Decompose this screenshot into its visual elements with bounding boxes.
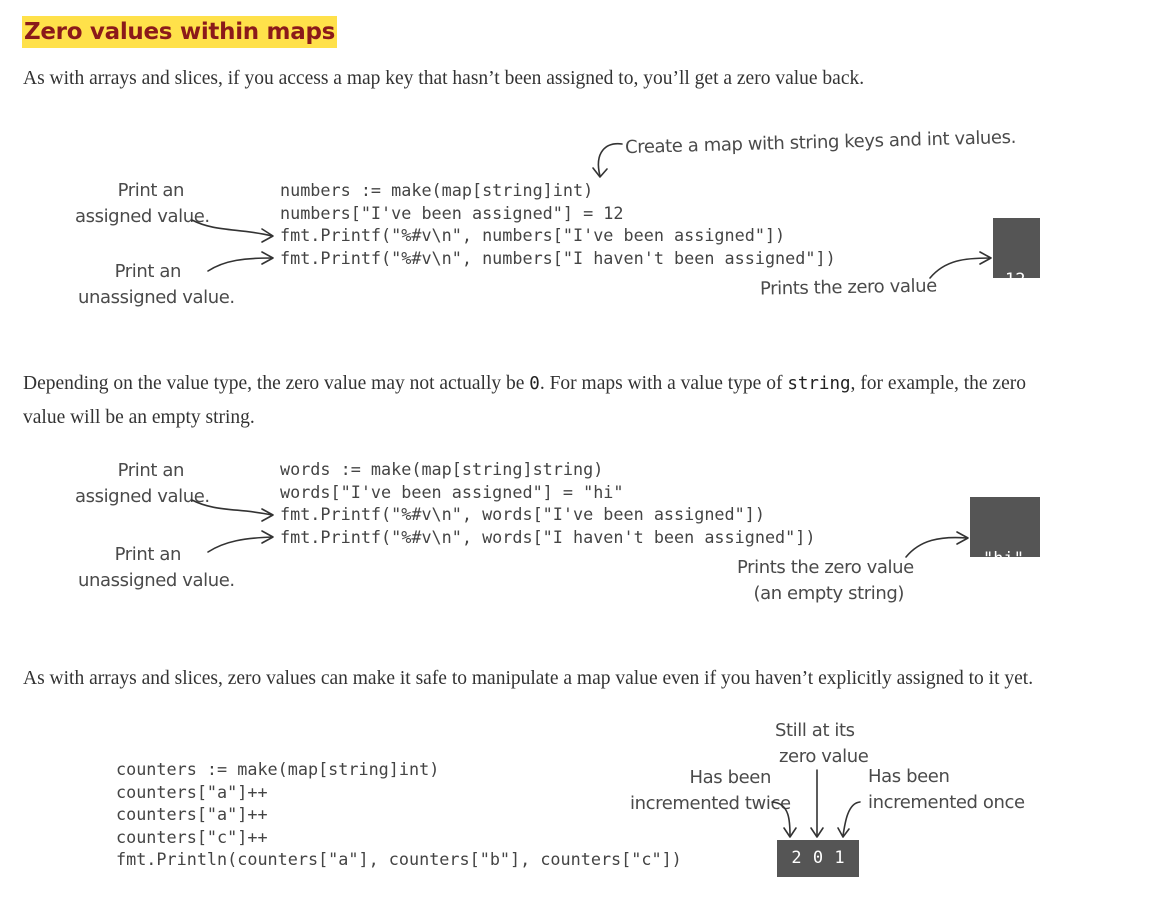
arrowhead — [261, 251, 274, 265]
note-print-assigned: Print an assigned value. — [75, 178, 210, 230]
paragraph-zero-value-type: Depending on the value type, the zero va… — [23, 367, 1026, 434]
arrow-unassigned — [207, 536, 273, 553]
note-prints-zero: Prints the zero value — [759, 275, 937, 300]
arrow-zero-value — [929, 257, 991, 279]
note-print-unassigned: Print an unassigned value. — [78, 259, 235, 311]
arrowhead — [979, 251, 992, 265]
note-line: Print an — [117, 460, 185, 481]
code-line: words := make(map[string]string) — [280, 459, 604, 479]
inline-code-zero: 0 — [529, 374, 540, 394]
arrowhead — [837, 827, 850, 838]
note-print-assigned: Print an assigned value. — [75, 458, 210, 510]
code-line: fmt.Printf("%#v\n", numbers["I haven't b… — [280, 247, 836, 268]
code-line: numbers["I've been assigned"] = 12 — [280, 202, 624, 223]
inline-code-string: string — [787, 374, 851, 394]
text: . For maps with a value type of — [539, 373, 788, 394]
code-line: numbers := make(map[string]int) — [280, 180, 594, 200]
output-terminal-counters: 2 0 1 — [777, 840, 859, 877]
note-line: unassigned value. — [78, 287, 235, 308]
code-line: fmt.Println(counters["a"], counters["b"]… — [116, 849, 682, 870]
output-line: "hi" — [983, 549, 1024, 569]
note-line: incremented once — [868, 792, 1025, 813]
paragraph-line: Depending on the value type, the zero va… — [23, 367, 1026, 401]
code-line: counters["a"]++ — [116, 781, 268, 802]
note-still-zero: Still at its zero value — [775, 718, 869, 770]
note-line: unassigned value. — [78, 570, 235, 591]
code-line: counters["c"]++ — [116, 826, 268, 847]
note-line: assigned value. — [75, 206, 210, 227]
code-block-words: words := make(map[string]string) words["I… — [280, 458, 815, 548]
arrow-zero-value — [905, 536, 968, 558]
output-line: 12 — [1005, 270, 1026, 290]
code-line: fmt.Printf("%#v\n", words["I haven't bee… — [280, 526, 816, 547]
code-line: fmt.Printf("%#v\n", numbers["I've been a… — [280, 225, 786, 246]
arrowhead — [810, 827, 824, 838]
arrowhead — [783, 827, 797, 838]
note-prints-zero-empty: Prints the zero value (an empty string) — [737, 555, 914, 607]
paragraph-safe-manipulate: As with arrays and slices, zero values c… — [23, 668, 1034, 689]
paragraph-line: value will be an empty string. — [23, 407, 255, 428]
arrow-create-map — [597, 143, 623, 177]
arrowhead — [592, 167, 608, 178]
note-line: Still at its — [775, 720, 855, 741]
note-incremented-once: Has been incremented once — [868, 764, 1025, 816]
note-line: Prints the zero value — [737, 557, 914, 578]
output-line: "" — [983, 615, 1004, 635]
intro-paragraph: As with arrays and slices, if you access… — [23, 68, 865, 89]
note-create-map: Create a map with string keys and int va… — [624, 126, 1017, 159]
arrowhead — [261, 508, 274, 522]
arrowhead — [261, 530, 274, 544]
arrow-unassigned — [207, 257, 273, 272]
code-block-counters: counters := make(map[string]int) counters… — [116, 758, 682, 871]
arrow-incremented-once — [842, 801, 861, 837]
code-line: counters["a"]++ — [116, 804, 268, 825]
code-line: counters := make(map[string]int) — [116, 759, 440, 779]
output-terminal-numbers: 12 0 — [993, 218, 1040, 356]
note-line: assigned value. — [75, 486, 210, 507]
text: , for example, the zero — [850, 373, 1026, 394]
code-line: fmt.Printf("%#v\n", words["I've been ass… — [280, 504, 765, 525]
note-line: Has been — [868, 766, 950, 787]
note-line: Print an — [114, 544, 182, 565]
text: Depending on the value type, the zero va… — [23, 373, 530, 394]
output-line: 0 — [1005, 336, 1016, 356]
arrowhead — [956, 531, 969, 545]
arrowhead — [261, 228, 274, 243]
note-line: Print an — [114, 261, 182, 282]
output-terminal-words: "hi" "" — [970, 497, 1040, 635]
note-print-unassigned: Print an unassigned value. — [78, 542, 235, 594]
code-line: words["I've been assigned"] = "hi" — [280, 481, 624, 502]
code-block-numbers: numbers := make(map[string]int) numbers["… — [280, 179, 836, 269]
note-line: (an empty string) — [753, 583, 904, 604]
note-line: zero value — [779, 746, 869, 767]
note-line: Print an — [117, 180, 185, 201]
page-heading: Zero values within maps — [22, 16, 338, 48]
